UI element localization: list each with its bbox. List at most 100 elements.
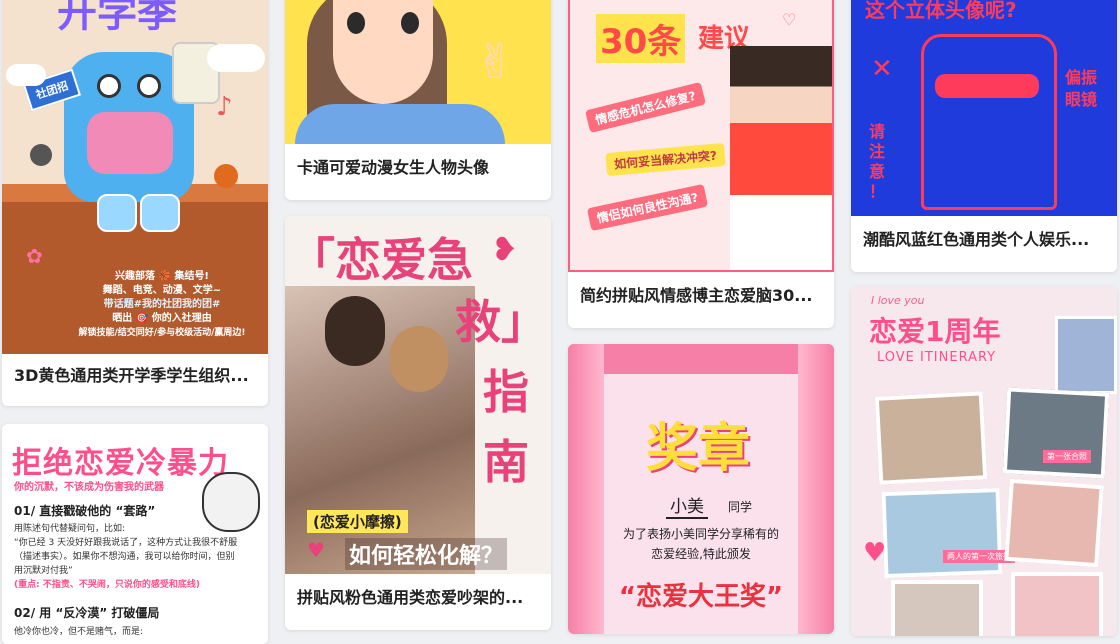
- heading-line: 救」: [455, 295, 547, 349]
- template-thumbnail[interactable]: 这个立体头像呢? ✕ 偏振 眼镜 请 注 意 ！: [851, 0, 1117, 216]
- template-card-love-award[interactable]: 奖章 小美 同学 为了表扬小美同学分享稀有的 恋爱经验,特此颁发 “恋爱大王奖”: [568, 344, 834, 634]
- small-script: I love you: [871, 294, 925, 307]
- heading-number: 30条: [596, 14, 686, 63]
- warning-char: 意: [869, 162, 886, 181]
- promo-line: 解锁技能/结交同好/参与校级活动/赢周边!: [78, 328, 246, 338]
- tag-label: (恋爱小摩擦): [307, 510, 408, 533]
- section-title: 01/ 直接戳破他的 “套路”: [14, 504, 156, 518]
- question-tag: 情侣如何良性沟通?: [586, 183, 709, 232]
- body-line: 恋爱经验,特此颁发: [651, 547, 751, 561]
- backpack-eye-right: [137, 74, 161, 98]
- promo-line: 晒出 🎯 你的入社理由: [112, 313, 212, 324]
- eye-right: [401, 12, 419, 34]
- promo-line: 兴趣部落 🏀 集结号!: [115, 271, 209, 282]
- microphone-icon: [30, 144, 52, 166]
- heading-line: 指: [483, 365, 529, 419]
- fishbone-icon: ✕: [871, 54, 893, 84]
- card-title[interactable]: 3D黄色通用类开学季学生组织...: [14, 366, 256, 386]
- shoes-illustration: [140, 194, 180, 232]
- heading-text: 拒绝恋爱冷暴力: [12, 446, 229, 481]
- photo-frame: [891, 580, 983, 636]
- basketball-icon: [214, 164, 238, 188]
- side-label: 偏振: [1065, 68, 1098, 87]
- photo-frame: [1004, 478, 1104, 568]
- side-label: 眼镜: [1065, 90, 1098, 109]
- recipient-suffix: 同学: [728, 500, 753, 514]
- body-line: 他冷你也冷，但不是赌气，而是:: [14, 627, 144, 637]
- photo-frame: [1055, 316, 1117, 394]
- recipient-name: 小美: [666, 492, 708, 519]
- shirt-shape: [295, 104, 505, 144]
- body-line: 为了表扬小美同学分享稀有的: [622, 527, 779, 541]
- question-tag: 如何妥当解决冲突?: [605, 142, 726, 177]
- body-line: “你已经 3 天没好好跟我说话了，这种方式让我很不舒服: [14, 538, 238, 548]
- body-line: 用陈述句代替疑问句，比如:: [14, 524, 126, 534]
- heading-text: 恋爱1周年: [869, 315, 1001, 348]
- template-card-anniversary[interactable]: I love you 恋爱1周年 LOVE ITINERARY 第一张合照 两人…: [851, 286, 1117, 636]
- subtitle-text: 如何轻松化解？: [345, 538, 508, 570]
- template-thumbnail[interactable]: 奖章 小美 同学 为了表扬小美同学分享稀有的 恋爱经验,特此颁发 “恋爱大王奖”: [568, 344, 834, 634]
- heart-icon: ♥: [307, 538, 325, 562]
- promo-text: 兴趣部落 🏀 集结号! 舞蹈、电竞、动漫、文学~ 带话题#我的社团我的团# 晒出…: [62, 270, 262, 340]
- person-right: [390, 326, 448, 392]
- warning-char: 请: [869, 122, 886, 141]
- heart-icon: ♡: [782, 10, 797, 29]
- award-heading: 奖章: [646, 419, 751, 479]
- note-line: (重点: 不指责、不哭闹，只说你的感受和底线): [14, 580, 200, 590]
- heading-text: 这个立体头像呢?: [865, 0, 1017, 22]
- shoes-illustration: [97, 194, 137, 232]
- body-line: 用沉默对付我”: [14, 566, 73, 576]
- template-card-emotion-blogger[interactable]: 30条 建议 情感危机怎么修复? 如何妥当解决冲突? 情侣如何良性沟通? ♡ 简…: [568, 0, 834, 328]
- heading-text: 开学季: [57, 0, 177, 36]
- card-title[interactable]: 简约拼贴风情感博主恋爱脑30...: [580, 286, 822, 306]
- promo-line: 舞蹈、电竞、动漫、文学~: [102, 285, 222, 296]
- body-line: （描述事实）。如果你不想沟通，我可以给你时间，但别: [14, 552, 235, 562]
- card-title[interactable]: 卡通可爱动漫女生人物头像: [297, 158, 539, 178]
- card-title[interactable]: 拼贴风粉色通用类恋爱吵架的...: [297, 588, 539, 608]
- question-tag: 情感危机怎么修复?: [584, 81, 706, 134]
- cloud-shape: [207, 44, 265, 72]
- heading-line: 「恋爱急: [289, 233, 473, 287]
- template-card-love-rescue[interactable]: 「恋爱急 ❥ 救」 指 南 (恋爱小摩擦) ♥ 如何轻松化解？ 拼贴风粉色通用类…: [285, 216, 551, 630]
- person-left: [325, 296, 385, 366]
- photo-frame: [881, 487, 1003, 579]
- subtitle-text: 你的沉默，不该成为伤害我的武器: [14, 482, 164, 493]
- heart-icon: ♥: [863, 538, 887, 568]
- flower-icon: ✿: [26, 244, 43, 268]
- body-text: 用陈述句代替疑问句，比如: “你已经 3 天没好好跟我说话了，这种方式让我很不舒…: [14, 522, 260, 592]
- warning-char: ！: [869, 182, 886, 201]
- photo-frame: [1011, 572, 1103, 636]
- template-thumbnail[interactable]: I love you 恋爱1周年 LOVE ITINERARY 第一张合照 两人…: [851, 286, 1117, 636]
- warning-text: 请 注 意 ！: [869, 122, 885, 202]
- backpack-pocket: [87, 112, 173, 174]
- cloud-shape: [6, 64, 46, 86]
- award-body: 为了表扬小美同学分享稀有的 恋爱经验,特此颁发: [608, 524, 794, 564]
- template-thumbnail[interactable]: ✌: [285, 0, 551, 144]
- template-thumbnail[interactable]: 「恋爱急 ❥ 救」 指 南 (恋爱小摩擦) ♥ 如何轻松化解？: [285, 216, 551, 574]
- template-card-cartoon-girl[interactable]: ✌ 卡通可爱动漫女生人物头像: [285, 0, 551, 200]
- backpack-eye-left: [97, 74, 121, 98]
- template-card-school-club[interactable]: 开学季 社团招 ♪ ✿ 兴趣部落 🏀 集结号! 舞蹈、电竞、动漫、文学~ 带话题…: [2, 0, 268, 406]
- heading-line: 南: [483, 435, 529, 489]
- subtitle-text: LOVE ITINERARY: [877, 350, 997, 365]
- photo-caption: 第一张合照: [1043, 450, 1091, 463]
- stage-curtain: [568, 344, 834, 374]
- heart-icon: ❥: [491, 230, 518, 268]
- photo-frame: [1002, 387, 1110, 479]
- template-card-cold-violence[interactable]: 拒绝恋爱冷暴力 你的沉默，不该成为伤害我的武器 01/ 直接戳破他的 “套路” …: [2, 424, 268, 644]
- card-title[interactable]: 潮酷风蓝红色通用类个人娱乐...: [863, 230, 1105, 250]
- peace-hand-icon: ✌: [475, 34, 516, 90]
- template-thumbnail[interactable]: 拒绝恋爱冷暴力 你的沉默，不该成为伤害我的武器 01/ 直接戳破他的 “套路” …: [2, 424, 268, 644]
- photo-frame: [874, 391, 988, 485]
- template-thumbnail[interactable]: 30条 建议 情感危机怎么修复? 如何妥当解决冲突? 情侣如何良性沟通? ♡: [568, 0, 834, 272]
- sunglasses-icon: [935, 74, 1039, 98]
- cat-illustration: [921, 34, 1057, 210]
- award-title: “恋爱大王奖”: [618, 582, 784, 612]
- eye-left: [347, 12, 365, 34]
- template-thumbnail[interactable]: 开学季 社团招 ♪ ✿ 兴趣部落 🏀 集结号! 舞蹈、电竞、动漫、文学~ 带话题…: [2, 0, 268, 354]
- section-title: 02/ 用 “反冷漠” 打破僵局: [14, 606, 160, 620]
- music-note-icon: ♪: [216, 92, 233, 122]
- promo-line: 带话题#我的社团我的团#: [103, 299, 221, 310]
- template-card-3d-avatar[interactable]: 这个立体头像呢? ✕ 偏振 眼镜 请 注 意 ！ 潮酷风蓝红色通用类个人娱乐..…: [851, 0, 1117, 272]
- warning-char: 注: [869, 142, 886, 161]
